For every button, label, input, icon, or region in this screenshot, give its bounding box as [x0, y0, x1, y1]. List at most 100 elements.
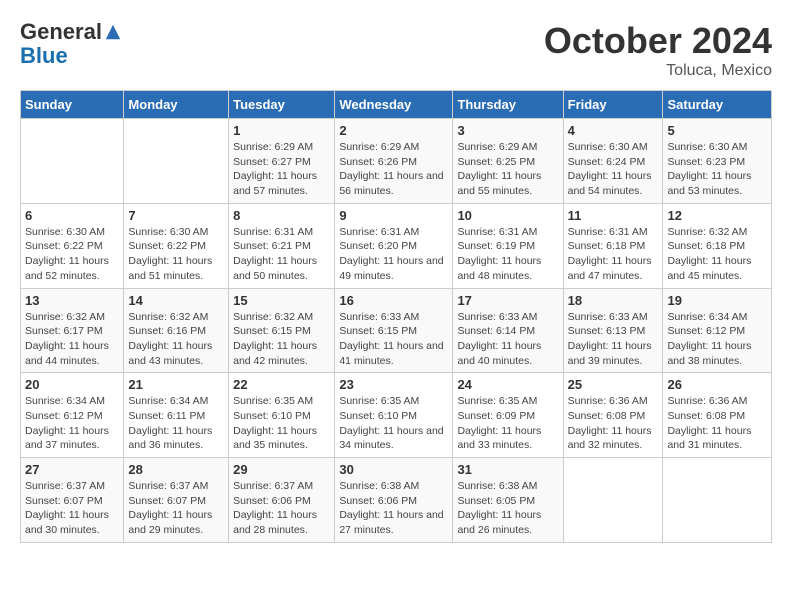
day-info: Sunrise: 6:29 AMSunset: 6:27 PMDaylight:… — [233, 140, 330, 199]
day-number: 28 — [128, 462, 224, 477]
title-block: October 2024 Toluca, Mexico — [544, 20, 772, 80]
day-info: Sunrise: 6:35 AMSunset: 6:09 PMDaylight:… — [457, 394, 558, 453]
day-info: Sunrise: 6:37 AMSunset: 6:07 PMDaylight:… — [128, 479, 224, 538]
day-info: Sunrise: 6:31 AMSunset: 6:20 PMDaylight:… — [339, 225, 448, 284]
calendar-week-1: 6 Sunrise: 6:30 AMSunset: 6:22 PMDaylight… — [21, 203, 772, 288]
calendar-cell: 27 Sunrise: 6:37 AMSunset: 6:07 PMDayligh… — [21, 458, 124, 543]
day-info: Sunrise: 6:33 AMSunset: 6:13 PMDaylight:… — [568, 310, 659, 369]
day-number: 11 — [568, 208, 659, 223]
day-number: 5 — [667, 123, 767, 138]
day-info: Sunrise: 6:34 AMSunset: 6:11 PMDaylight:… — [128, 394, 224, 453]
day-number: 7 — [128, 208, 224, 223]
day-info: Sunrise: 6:29 AMSunset: 6:26 PMDaylight:… — [339, 140, 448, 199]
day-info: Sunrise: 6:34 AMSunset: 6:12 PMDaylight:… — [667, 310, 767, 369]
day-number: 27 — [25, 462, 119, 477]
day-info: Sunrise: 6:30 AMSunset: 6:22 PMDaylight:… — [25, 225, 119, 284]
day-info: Sunrise: 6:33 AMSunset: 6:14 PMDaylight:… — [457, 310, 558, 369]
day-number: 6 — [25, 208, 119, 223]
day-info: Sunrise: 6:32 AMSunset: 6:16 PMDaylight:… — [128, 310, 224, 369]
day-number: 13 — [25, 293, 119, 308]
day-number: 31 — [457, 462, 558, 477]
day-number: 24 — [457, 377, 558, 392]
day-number: 15 — [233, 293, 330, 308]
calendar-cell: 18 Sunrise: 6:33 AMSunset: 6:13 PMDayligh… — [563, 288, 663, 373]
weekday-header-friday: Friday — [563, 91, 663, 119]
day-info: Sunrise: 6:35 AMSunset: 6:10 PMDaylight:… — [339, 394, 448, 453]
calendar-week-4: 27 Sunrise: 6:37 AMSunset: 6:07 PMDayligh… — [21, 458, 772, 543]
calendar-cell — [563, 458, 663, 543]
day-number: 10 — [457, 208, 558, 223]
weekday-header-thursday: Thursday — [453, 91, 563, 119]
logo-blue: Blue — [20, 44, 122, 68]
calendar-cell: 9 Sunrise: 6:31 AMSunset: 6:20 PMDaylight… — [335, 203, 453, 288]
calendar-cell: 11 Sunrise: 6:31 AMSunset: 6:18 PMDayligh… — [563, 203, 663, 288]
calendar-week-2: 13 Sunrise: 6:32 AMSunset: 6:17 PMDayligh… — [21, 288, 772, 373]
day-number: 25 — [568, 377, 659, 392]
calendar-cell: 21Sunrise: 6:34 AMSunset: 6:11 PMDayligh… — [124, 373, 229, 458]
weekday-header-tuesday: Tuesday — [229, 91, 335, 119]
day-info: Sunrise: 6:31 AMSunset: 6:18 PMDaylight:… — [568, 225, 659, 284]
calendar-cell — [663, 458, 772, 543]
logo: General Blue — [20, 20, 122, 68]
calendar-cell: 13 Sunrise: 6:32 AMSunset: 6:17 PMDayligh… — [21, 288, 124, 373]
weekday-header-sunday: Sunday — [21, 91, 124, 119]
day-info: Sunrise: 6:30 AMSunset: 6:24 PMDaylight:… — [568, 140, 659, 199]
calendar-cell: 4 Sunrise: 6:30 AMSunset: 6:24 PMDaylight… — [563, 119, 663, 204]
day-number: 18 — [568, 293, 659, 308]
day-number: 12 — [667, 208, 767, 223]
calendar-cell: 7 Sunrise: 6:30 AMSunset: 6:22 PMDaylight… — [124, 203, 229, 288]
day-info: Sunrise: 6:30 AMSunset: 6:22 PMDaylight:… — [128, 225, 224, 284]
calendar-cell: 5 Sunrise: 6:30 AMSunset: 6:23 PMDaylight… — [663, 119, 772, 204]
weekday-header-saturday: Saturday — [663, 91, 772, 119]
calendar-cell: 31 Sunrise: 6:38 AMSunset: 6:05 PMDayligh… — [453, 458, 563, 543]
calendar-cell: 19Sunrise: 6:34 AMSunset: 6:12 PMDayligh… — [663, 288, 772, 373]
day-info: Sunrise: 6:35 AMSunset: 6:10 PMDaylight:… — [233, 394, 330, 453]
calendar-cell: 8 Sunrise: 6:31 AMSunset: 6:21 PMDaylight… — [229, 203, 335, 288]
day-info: Sunrise: 6:33 AMSunset: 6:15 PMDaylight:… — [339, 310, 448, 369]
logo-general: General — [20, 20, 102, 44]
day-info: Sunrise: 6:36 AMSunset: 6:08 PMDaylight:… — [667, 394, 767, 453]
day-info: Sunrise: 6:32 AMSunset: 6:18 PMDaylight:… — [667, 225, 767, 284]
day-number: 1 — [233, 123, 330, 138]
day-info: Sunrise: 6:37 AMSunset: 6:07 PMDaylight:… — [25, 479, 119, 538]
calendar-cell — [21, 119, 124, 204]
calendar-cell: 25 Sunrise: 6:36 AMSunset: 6:08 PMDayligh… — [563, 373, 663, 458]
day-info: Sunrise: 6:32 AMSunset: 6:17 PMDaylight:… — [25, 310, 119, 369]
day-number: 9 — [339, 208, 448, 223]
day-number: 17 — [457, 293, 558, 308]
calendar-week-0: 1 Sunrise: 6:29 AMSunset: 6:27 PMDaylight… — [21, 119, 772, 204]
calendar-cell: 14 Sunrise: 6:32 AMSunset: 6:16 PMDayligh… — [124, 288, 229, 373]
calendar-cell: 3Sunrise: 6:29 AMSunset: 6:25 PMDaylight… — [453, 119, 563, 204]
calendar-cell: 29Sunrise: 6:37 AMSunset: 6:06 PMDayligh… — [229, 458, 335, 543]
calendar-cell: 17 Sunrise: 6:33 AMSunset: 6:14 PMDayligh… — [453, 288, 563, 373]
calendar-cell: 28 Sunrise: 6:37 AMSunset: 6:07 PMDayligh… — [124, 458, 229, 543]
calendar-cell: 30 Sunrise: 6:38 AMSunset: 6:06 PMDayligh… — [335, 458, 453, 543]
calendar-table: SundayMondayTuesdayWednesdayThursdayFrid… — [20, 90, 772, 543]
calendar-cell: 20Sunrise: 6:34 AMSunset: 6:12 PMDayligh… — [21, 373, 124, 458]
calendar-cell: 2Sunrise: 6:29 AMSunset: 6:26 PMDaylight… — [335, 119, 453, 204]
day-number: 4 — [568, 123, 659, 138]
calendar-cell: 15Sunrise: 6:32 AMSunset: 6:15 PMDayligh… — [229, 288, 335, 373]
day-number: 20 — [25, 377, 119, 392]
day-number: 8 — [233, 208, 330, 223]
calendar-cell: 12 Sunrise: 6:32 AMSunset: 6:18 PMDayligh… — [663, 203, 772, 288]
day-number: 14 — [128, 293, 224, 308]
calendar-cell: 24 Sunrise: 6:35 AMSunset: 6:09 PMDayligh… — [453, 373, 563, 458]
page-header: General Blue October 2024 Toluca, Mexico — [20, 20, 772, 80]
location-title: Toluca, Mexico — [544, 62, 772, 80]
day-info: Sunrise: 6:30 AMSunset: 6:23 PMDaylight:… — [667, 140, 767, 199]
day-info: Sunrise: 6:31 AMSunset: 6:19 PMDaylight:… — [457, 225, 558, 284]
day-info: Sunrise: 6:31 AMSunset: 6:21 PMDaylight:… — [233, 225, 330, 284]
calendar-week-3: 20Sunrise: 6:34 AMSunset: 6:12 PMDayligh… — [21, 373, 772, 458]
month-title: October 2024 — [544, 20, 772, 62]
day-info: Sunrise: 6:29 AMSunset: 6:25 PMDaylight:… — [457, 140, 558, 199]
calendar-cell: 1 Sunrise: 6:29 AMSunset: 6:27 PMDaylight… — [229, 119, 335, 204]
day-info: Sunrise: 6:37 AMSunset: 6:06 PMDaylight:… — [233, 479, 330, 538]
day-info: Sunrise: 6:36 AMSunset: 6:08 PMDaylight:… — [568, 394, 659, 453]
calendar-cell: 22Sunrise: 6:35 AMSunset: 6:10 PMDayligh… — [229, 373, 335, 458]
day-number: 30 — [339, 462, 448, 477]
day-info: Sunrise: 6:38 AMSunset: 6:06 PMDaylight:… — [339, 479, 448, 538]
calendar-cell: 16Sunrise: 6:33 AMSunset: 6:15 PMDayligh… — [335, 288, 453, 373]
calendar-cell: 26Sunrise: 6:36 AMSunset: 6:08 PMDayligh… — [663, 373, 772, 458]
day-info: Sunrise: 6:38 AMSunset: 6:05 PMDaylight:… — [457, 479, 558, 538]
